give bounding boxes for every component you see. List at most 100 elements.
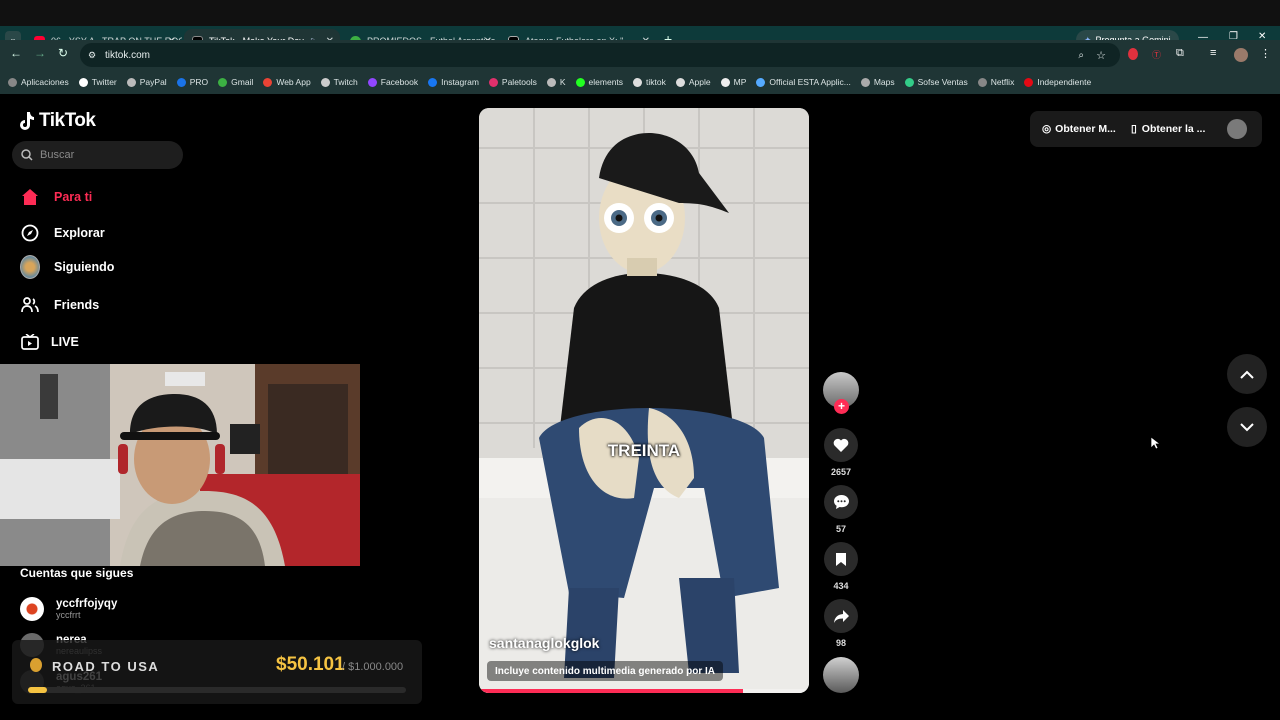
bookmark-item[interactable]: Gmail [218, 77, 253, 87]
bookmark-item[interactable]: Netflix [977, 77, 1014, 87]
bookmark-item[interactable]: Apple [675, 77, 711, 87]
webcam-image [0, 364, 360, 566]
extension-red-icon[interactable] [1128, 48, 1138, 60]
bookmark-button[interactable] [824, 542, 858, 576]
bookmark-favicon-icon [633, 77, 643, 87]
bookmark-item[interactable]: K [546, 77, 566, 87]
goal-progress-track [28, 687, 406, 693]
save-count: 434 [833, 581, 849, 591]
like-count: 2657 [830, 467, 852, 477]
share-button[interactable] [824, 599, 858, 633]
bookmark-item[interactable]: Sofse Ventas [904, 77, 968, 87]
nav-item-siguiendo[interactable]: Siguiendo [20, 255, 114, 279]
bookmark-favicon-icon [428, 77, 438, 87]
share-icon [833, 609, 849, 623]
bookmark-item[interactable]: MP [720, 77, 746, 87]
video-player[interactable]: TREINTA santanaglokglok Incluye contenid… [479, 108, 809, 693]
extension-tiktok-icon[interactable]: Ⓣ [1152, 48, 1161, 61]
like-button[interactable] [824, 428, 858, 462]
reload-icon[interactable]: ↻ [58, 46, 68, 60]
bookmark-favicon-icon [860, 77, 870, 87]
get-app-button[interactable]: ◎ Obtener M... [1042, 123, 1116, 135]
follow-plus-button[interactable]: + [834, 399, 849, 414]
video-progress-track[interactable] [479, 689, 809, 693]
compass-icon: ◎ [1042, 123, 1052, 135]
bookmark-favicon-icon [546, 77, 556, 87]
bookmark-favicon-icon [263, 77, 273, 87]
music-disc-avatar[interactable] [823, 657, 859, 693]
top-actions: ◎ Obtener M... ▯ Obtener la ... [1030, 111, 1262, 147]
profile-avatar[interactable] [1227, 119, 1247, 139]
search-input[interactable]: Buscar [12, 141, 183, 169]
next-video-button[interactable] [1227, 407, 1267, 447]
video-caption-word: TREINTA [607, 441, 681, 460]
extensions-icon[interactable]: ⧉ [1176, 47, 1184, 60]
medal-icon [30, 658, 42, 672]
address-bar[interactable]: ⚙ tiktok.com ⌕ ☆ [80, 43, 1120, 67]
bookmark-item[interactable]: tiktok [633, 77, 666, 87]
bookmark-item[interactable]: PayPal [126, 77, 167, 87]
menu-icon[interactable]: ⋮ [1260, 47, 1271, 60]
nav-item-live[interactable]: LIVE [20, 332, 79, 352]
bookmark-item[interactable]: Paletools [488, 77, 537, 87]
bookmark-item[interactable]: Facebook [367, 77, 418, 87]
home-icon [20, 187, 40, 207]
bookmark-favicon-icon [320, 77, 330, 87]
phone-icon: ▯ [1131, 123, 1137, 135]
comment-count: 57 [835, 524, 846, 534]
bookmark-favicon-icon [488, 77, 498, 87]
nav-item-para-ti[interactable]: Para ti [20, 187, 92, 207]
bookmark-favicon-icon [176, 77, 186, 87]
live-tv-icon [20, 332, 40, 352]
profile-avatar[interactable] [1234, 48, 1248, 62]
bookmark-favicon-icon [756, 77, 766, 87]
media-icon[interactable]: ≡ [1210, 47, 1216, 59]
site-info-icon[interactable]: ⚙ [88, 50, 96, 61]
avatar [20, 255, 40, 279]
bookmark-item[interactable]: Twitter [78, 77, 117, 87]
bookmark-favicon-icon [218, 77, 228, 87]
bookmark-favicon-icon [575, 77, 585, 87]
star-icon[interactable]: ☆ [1096, 49, 1106, 62]
bookmark-item[interactable]: elements [575, 77, 623, 87]
video-author[interactable]: santanaglokglok [489, 635, 599, 651]
get-mobile-app-button[interactable]: ▯ Obtener la ... [1131, 123, 1205, 135]
friends-icon [20, 295, 40, 315]
bookmark-item[interactable]: PRO [176, 77, 208, 87]
goal-target: / $1.000.000 [342, 661, 404, 673]
ai-content-label: Incluye contenido multimedia generado po… [487, 661, 724, 681]
forward-icon[interactable]: → [34, 46, 46, 60]
bookmark-favicon-icon [977, 77, 987, 87]
nav-item-friends[interactable]: Friends [20, 295, 99, 315]
webcam-overlay [0, 364, 360, 566]
bookmark-item[interactable]: Web App [263, 77, 311, 87]
previous-video-button[interactable] [1227, 354, 1267, 394]
chevron-up-icon [1240, 370, 1254, 379]
back-icon[interactable]: ← [10, 46, 22, 60]
followed-account[interactable]: yccfrfojyqy yccfrrt [20, 597, 117, 621]
bookmark-item[interactable]: Aplicaciones [8, 77, 69, 87]
bookmark-item[interactable]: Instagram [428, 77, 479, 87]
bookmark-item[interactable]: Maps [860, 77, 895, 87]
heart-icon [833, 438, 849, 452]
bookmark-favicon-icon [126, 77, 136, 87]
nav-item-explorar[interactable]: Explorar [20, 223, 105, 243]
bookmark-favicon-icon [367, 77, 377, 87]
comment-button[interactable] [824, 485, 858, 519]
tab-strip: ⌄ 06 - YSY A - TRAP ON THE ROC ✕ TikTok … [0, 0, 1280, 53]
bookmark-item[interactable]: Twitch [320, 77, 358, 87]
tiktok-logo[interactable]: TikTok [17, 110, 96, 132]
bookmark-favicon-icon [904, 77, 914, 87]
mouse-cursor-icon [1150, 436, 1160, 450]
video-frame [479, 108, 809, 693]
bookmark-item[interactable]: Independiente [1024, 77, 1091, 87]
bookmarks-bar: Aplicaciones Twitter PayPal PRO Gmail Web App… [0, 70, 1280, 94]
bookmark-item[interactable]: Official ESTA Applic... [756, 77, 851, 87]
zoom-icon[interactable]: ⌕ [1078, 50, 1084, 61]
search-icon [21, 149, 33, 161]
bookmark-favicon-icon [1024, 77, 1034, 87]
goal-progress-fill [28, 687, 47, 693]
goal-title: ROAD TO USA [52, 659, 160, 674]
compass-icon [20, 223, 40, 243]
video-progress-fill [479, 689, 743, 693]
